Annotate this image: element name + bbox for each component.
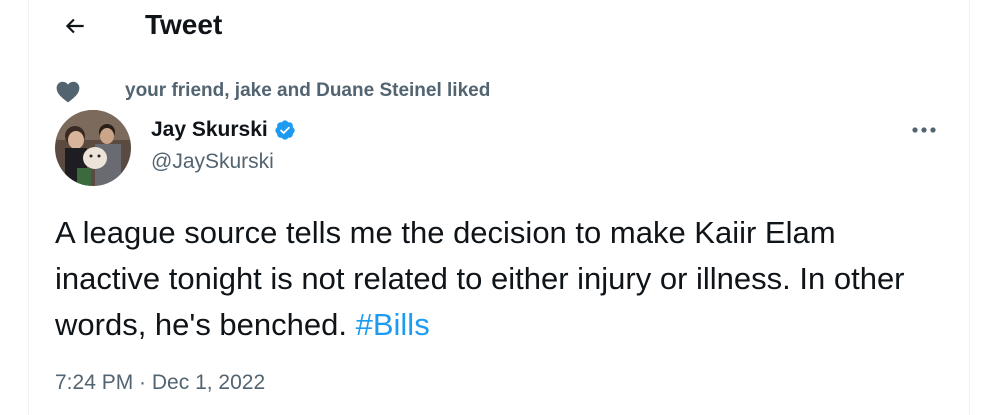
tweet-timestamp: 7:24 PM · Dec 1, 2022 (55, 370, 265, 396)
more-options-button[interactable] (907, 116, 941, 144)
avatar[interactable] (55, 110, 131, 186)
page-title: Tweet (145, 9, 223, 40)
heart-icon (55, 78, 83, 104)
more-icon (912, 127, 936, 133)
author-name[interactable]: Jay Skurski (151, 117, 296, 143)
hashtag-link[interactable]: #Bills (356, 307, 430, 342)
back-button[interactable] (55, 6, 95, 46)
tweet-detail-panel: Tweet your friend, jake and Duane Steine… (28, 0, 970, 415)
tweet-body: A league source tells me the decision to… (55, 215, 905, 342)
social-context[interactable]: your friend, jake and Duane Steinel like… (55, 78, 490, 104)
tweet-text: A league source tells me the decision to… (55, 210, 935, 348)
social-context-text: your friend, jake and Duane Steinel like… (125, 80, 491, 101)
author-handle[interactable]: @JaySkurski (151, 149, 274, 175)
header: Tweet (29, 0, 969, 52)
display-name-text: Jay Skurski (151, 118, 268, 141)
verified-badge-icon (274, 119, 296, 141)
arrow-left-icon (65, 18, 84, 34)
timestamp-separator: · (133, 371, 152, 394)
tweet-time[interactable]: 7:24 PM (55, 371, 133, 394)
tweet-date[interactable]: Dec 1, 2022 (152, 371, 265, 394)
